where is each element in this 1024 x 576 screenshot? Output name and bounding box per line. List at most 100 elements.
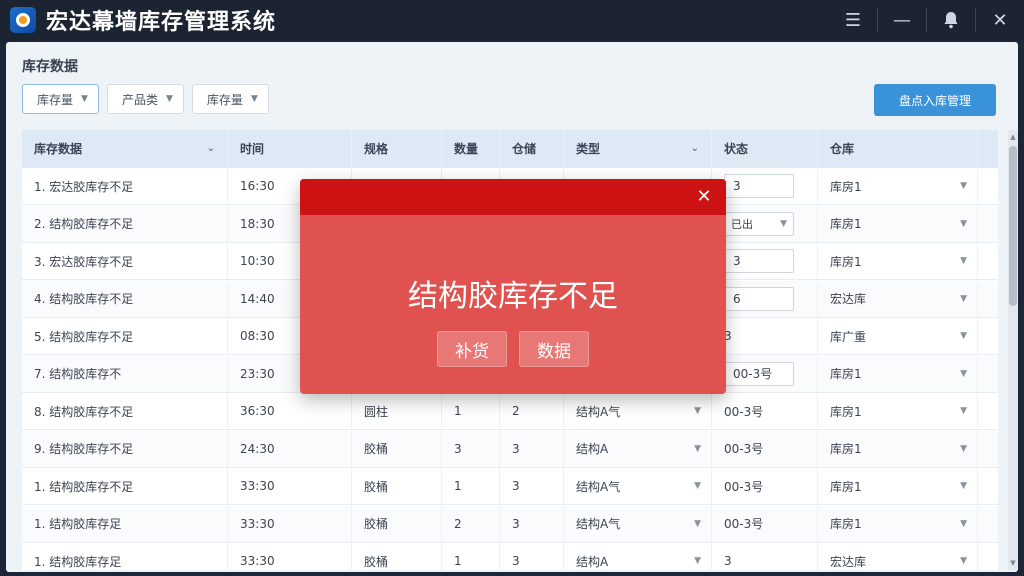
header-cell[interactable]: 状态	[712, 130, 818, 167]
table-row[interactable]: 9. 结构胶库存不足 24:30 胶桶 3 3 结构A ▼ 00-3号 库房1 ▼	[22, 430, 998, 468]
table-cell: 3	[500, 430, 564, 467]
header-cell[interactable]: 库存数据 ⌄	[22, 130, 228, 167]
warehouse-select[interactable]: 宏达库 ▼	[818, 280, 978, 317]
table-row[interactable]: 1. 结构胶库存不足 33:30 胶桶 1 3 结构A气 ▼ 00-3号 库房1 ▼	[22, 468, 998, 505]
warehouse-select[interactable]: 库房1 ▼	[818, 205, 978, 242]
filter-label: 产品类	[121, 92, 158, 107]
table-row[interactable]: 1. 结构胶库存足 33:30 胶桶 2 3 结构A气 ▼ 00-3号 库房1 ▼	[22, 505, 998, 543]
chevron-down-icon[interactable]: ▼	[694, 444, 701, 454]
table-cell: 结构A气 ▼	[564, 393, 712, 429]
table-row[interactable]: 1. 结构胶库存足 33:30 胶桶 1 3 结构A ▼ 3 宏达库 ▼	[22, 543, 998, 572]
warehouse-select[interactable]: 库房1 ▼	[818, 468, 978, 504]
status-cell: 00-3号	[712, 468, 818, 504]
status-cell: 已出 ▼	[712, 205, 818, 242]
filter-bar: 库存量 ▼ 产品类 ▼ 库存量 ▼	[22, 84, 269, 114]
title-bar: 宏达幕墙库存管理系统 ☰ — ✕	[0, 0, 1024, 40]
status-cell: 00-3号	[712, 505, 818, 542]
inventory-manage-button[interactable]: 盘点入库管理	[874, 84, 996, 116]
filter-dropdown-3[interactable]: 库存量 ▼	[191, 84, 269, 114]
table-cell: 2	[442, 505, 500, 542]
chevron-down-icon: ▼	[960, 443, 967, 454]
warehouse-select[interactable]: 库房1 ▼	[818, 355, 978, 392]
window-controls: ☰ — ✕	[829, 0, 1024, 40]
table-cell: 33:30	[228, 505, 352, 542]
table-cell: 1	[442, 468, 500, 504]
chevron-down-icon: ▼	[250, 94, 258, 104]
data-button[interactable]: 数据	[519, 331, 589, 367]
filter-dropdown-2[interactable]: 产品类 ▼	[106, 84, 184, 114]
status-cell: 3	[712, 243, 818, 279]
chevron-down-icon: ▼	[960, 256, 967, 266]
warehouse-select[interactable]: 库房1 ▼	[818, 393, 978, 429]
scroll-down-icon[interactable]: ▼	[1008, 556, 1018, 570]
warehouse-select[interactable]: 宏达库 ▼	[818, 543, 978, 572]
table-cell: 3	[442, 430, 500, 467]
warehouse-select[interactable]: 库房1 ▼	[818, 168, 978, 204]
table-cell: 2. 结构胶库存不足	[22, 205, 228, 242]
status-cell: 3	[712, 318, 818, 354]
table-cell: 3. 宏达胶库存不足	[22, 243, 228, 279]
dialog-message: 结构胶库存不足	[408, 279, 618, 314]
table-cell: 结构A气 ▼	[564, 468, 712, 504]
header-cell[interactable]: 仓库	[818, 130, 978, 167]
bell-icon[interactable]	[927, 0, 975, 40]
chevron-down-icon[interactable]: ▼	[694, 481, 701, 491]
chevron-down-icon: ▼	[81, 94, 88, 104]
close-icon[interactable]: ✕	[976, 0, 1024, 40]
chevron-down-icon: ⌄	[206, 143, 215, 154]
chevron-down-icon[interactable]: ▼	[694, 519, 701, 529]
close-icon[interactable]: ✕	[692, 184, 716, 208]
table-cell: 5. 结构胶库存不足	[22, 318, 228, 354]
chevron-down-icon[interactable]: ▼	[694, 406, 701, 416]
table-cell: 1. 结构胶库存不足	[22, 468, 228, 504]
header-cell[interactable]: 仓储	[500, 130, 564, 167]
filter-dropdown-1[interactable]: 库存量 ▼	[22, 84, 99, 114]
table-cell: 1	[442, 393, 500, 429]
table-cell: 3	[500, 543, 564, 572]
table-row[interactable]: 8. 结构胶库存不足 36:30 圆柱 1 2 结构A气 ▼ 00-3号 库房1 ▼	[22, 393, 998, 430]
chevron-down-icon: ▼	[960, 406, 967, 416]
table-cell: 8. 结构胶库存不足	[22, 393, 228, 429]
warehouse-select[interactable]: 库广重 ▼	[818, 318, 978, 354]
status-input[interactable]: 3	[724, 174, 794, 198]
chevron-down-icon: ⌄	[690, 143, 699, 154]
chevron-down-icon: ▼	[165, 94, 173, 104]
table-cell: 结构A ▼	[564, 430, 712, 467]
chevron-down-icon: ▼	[780, 218, 787, 229]
warehouse-select[interactable]: 库房1 ▼	[818, 505, 978, 542]
table-cell: 胶桶	[352, 430, 442, 467]
filter-label: 库存量	[37, 92, 74, 107]
restock-button[interactable]: 补货	[437, 331, 507, 367]
table-cell: 24:30	[228, 430, 352, 467]
section-title: 库存数据	[22, 59, 78, 75]
status-select[interactable]: 已出 ▼	[724, 211, 794, 236]
chevron-down-icon: ▼	[960, 331, 967, 341]
status-input[interactable]: 3	[724, 249, 794, 273]
table-cell: 结构A气 ▼	[564, 505, 712, 542]
table-cell: 9. 结构胶库存不足	[22, 430, 228, 467]
app-title: 宏达幕墙库存管理系统	[46, 10, 277, 35]
app-logo-icon	[10, 7, 36, 33]
warehouse-select[interactable]: 库房1 ▼	[818, 430, 978, 467]
filter-label: 库存量	[206, 92, 243, 107]
menu-icon[interactable]: ☰	[829, 0, 877, 40]
header-cell[interactable]: 时间	[228, 130, 352, 167]
chevron-down-icon[interactable]: ▼	[694, 556, 701, 566]
chevron-down-icon: ▼	[960, 293, 967, 304]
vertical-scrollbar[interactable]: ▲ ▼	[1008, 130, 1018, 570]
table-cell: 1. 结构胶库存足	[22, 543, 228, 572]
chevron-down-icon: ▼	[960, 556, 967, 566]
status-input[interactable]: 00-3号	[724, 361, 794, 386]
table-cell: 结构A ▼	[564, 543, 712, 572]
table-cell: 胶桶	[352, 543, 442, 572]
header-cell[interactable]: 类型 ⌄	[564, 130, 712, 167]
minimize-icon[interactable]: —	[878, 0, 926, 40]
warehouse-select[interactable]: 库房1 ▼	[818, 243, 978, 279]
header-cell[interactable]: 数量	[442, 130, 500, 167]
scroll-thumb[interactable]	[1009, 146, 1017, 306]
status-input[interactable]: 6	[724, 286, 794, 311]
table-cell: 4. 结构胶库存不足	[22, 280, 228, 317]
header-cell[interactable]: 规格	[352, 130, 442, 167]
scroll-up-icon[interactable]: ▲	[1008, 130, 1018, 144]
chevron-down-icon: ▼	[960, 181, 967, 191]
